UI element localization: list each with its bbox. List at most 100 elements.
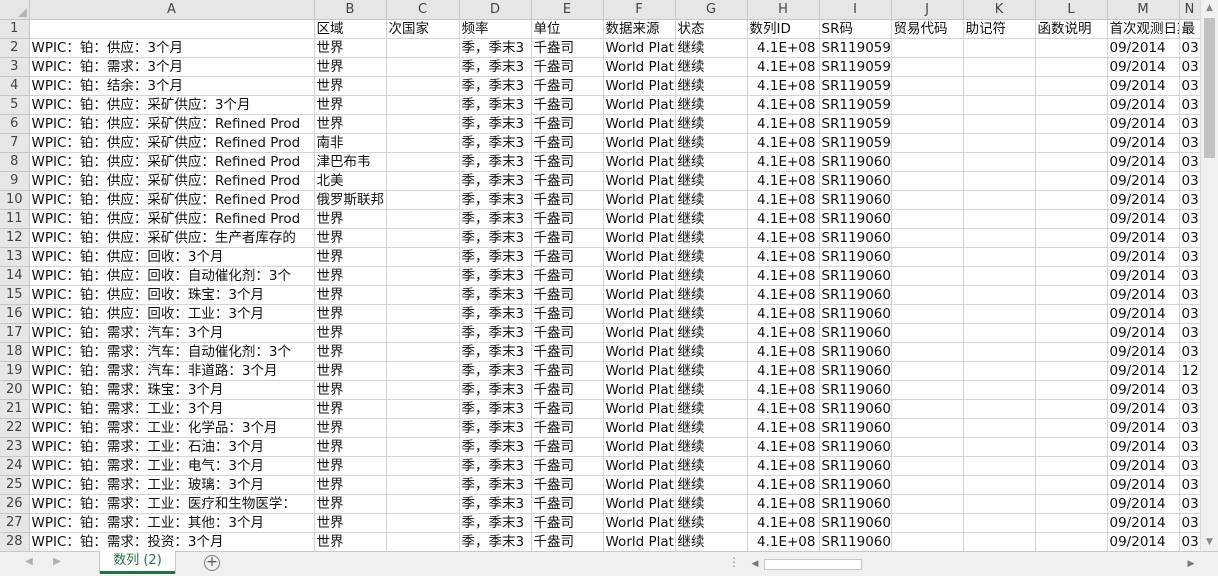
cell-l25[interactable] [1035,475,1108,495]
cell-d21[interactable]: 季，季末3 [459,399,532,419]
cell-j6[interactable] [891,114,964,134]
cell-d1[interactable]: 频率 [459,19,532,39]
cell-a5[interactable]: WPIC：铂：供应：采矿供应：3个月 [29,95,315,115]
cell-i8[interactable]: SR119060007 [819,152,892,172]
cell-m28[interactable]: 09/2014 [1107,532,1180,551]
cell-d7[interactable]: 季，季末3 [459,133,532,153]
cell-b17[interactable]: 世界 [314,323,387,343]
cell-a8[interactable]: WPIC：铂：供应：采矿供应：Refined Prod [29,152,315,172]
cell-m25[interactable]: 09/2014 [1107,475,1180,495]
cell-k8[interactable] [963,152,1036,172]
cell-l5[interactable] [1035,95,1108,115]
cell-m26[interactable]: 09/2014 [1107,494,1180,514]
cell-b24[interactable]: 世界 [314,456,387,476]
cell-g13[interactable]: 继续 [675,247,748,267]
row-header[interactable]: 2 [0,38,30,58]
cell-j17[interactable] [891,323,964,343]
cell-j5[interactable] [891,95,964,115]
cell-n2[interactable]: 03 [1179,38,1200,58]
cell-a6[interactable]: WPIC：铂：供应：采矿供应：Refined Prod [29,114,315,134]
column-header-h[interactable]: H [747,0,820,20]
cell-d27[interactable]: 季，季末3 [459,513,532,533]
cell-n8[interactable]: 03 [1179,152,1200,172]
cell-g28[interactable]: 继续 [675,532,748,551]
cell-a19[interactable]: WPIC：铂：需求：汽车：非道路：3个月 [29,361,315,381]
cell-n23[interactable]: 03 [1179,437,1200,457]
cell-h7[interactable]: 4.1E+08 [747,133,820,153]
cell-k2[interactable] [963,38,1036,58]
cell-f19[interactable]: World Plat [603,361,676,381]
cell-e11[interactable]: 千盎司 [531,209,604,229]
cell-d14[interactable]: 季，季末3 [459,266,532,286]
cell-b22[interactable]: 世界 [314,418,387,438]
cell-n26[interactable]: 03 [1179,494,1200,514]
cell-j14[interactable] [891,266,964,286]
cell-e27[interactable]: 千盎司 [531,513,604,533]
cell-c18[interactable] [386,342,460,362]
cell-a15[interactable]: WPIC：铂：供应：回收：珠宝：3个月 [29,285,315,305]
row-header[interactable]: 25 [0,475,30,495]
column-header-m[interactable]: M [1107,0,1180,20]
cell-g3[interactable]: 继续 [675,57,748,77]
cell-l28[interactable] [1035,532,1108,551]
cell-m11[interactable]: 09/2014 [1107,209,1180,229]
column-header-k[interactable]: K [963,0,1036,20]
cell-m16[interactable]: 09/2014 [1107,304,1180,324]
cell-j9[interactable] [891,171,964,191]
cell-l18[interactable] [1035,342,1108,362]
cell-c26[interactable] [386,494,460,514]
column-header-g[interactable]: G [675,0,748,20]
cell-b1[interactable]: 区域 [314,19,387,39]
cell-n1[interactable]: 最 [1179,19,1200,39]
cell-f23[interactable]: World Plat [603,437,676,457]
cell-l26[interactable] [1035,494,1108,514]
cell-j16[interactable] [891,304,964,324]
cell-l6[interactable] [1035,114,1108,134]
vertical-scrollbar[interactable]: ▲ ▼ [1200,0,1218,551]
cell-a9[interactable]: WPIC：铂：供应：采矿供应：Refined Prod [29,171,315,191]
cell-h3[interactable]: 4.1E+08 [747,57,820,77]
cell-a28[interactable]: WPIC：铂：需求：投资：3个月 [29,532,315,551]
cell-i6[interactable]: SR119059987 [819,114,892,134]
cell-m17[interactable]: 09/2014 [1107,323,1180,343]
cell-m23[interactable]: 09/2014 [1107,437,1180,457]
cell-j23[interactable] [891,437,964,457]
cell-k28[interactable] [963,532,1036,551]
cell-m27[interactable]: 09/2014 [1107,513,1180,533]
cell-g22[interactable]: 继续 [675,418,748,438]
cell-g19[interactable]: 继续 [675,361,748,381]
cell-a14[interactable]: WPIC：铂：供应：回收：自动催化剂：3个 [29,266,315,286]
cell-i27[interactable]: SR119060197 [819,513,892,533]
cell-h11[interactable]: 4.1E+08 [747,209,820,229]
cell-h27[interactable]: 4.1E+08 [747,513,820,533]
cell-g25[interactable]: 继续 [675,475,748,495]
cell-i10[interactable]: SR119060027 [819,190,892,210]
cell-i26[interactable]: SR119060187 [819,494,892,514]
cell-l20[interactable] [1035,380,1108,400]
cell-k22[interactable] [963,418,1036,438]
cell-g17[interactable]: 继续 [675,323,748,343]
cell-b9[interactable]: 北美 [314,171,387,191]
cell-i15[interactable]: SR119060077 [819,285,892,305]
row-header[interactable]: 17 [0,323,30,343]
cell-j12[interactable] [891,228,964,248]
cell-i5[interactable]: SR119059977 [819,95,892,115]
column-header-a[interactable]: A [29,0,315,20]
cell-b2[interactable]: 世界 [314,38,387,58]
cell-a26[interactable]: WPIC：铂：需求：工业：医疗和生物医学： [29,494,315,514]
cell-f2[interactable]: World Plat [603,38,676,58]
column-header-c[interactable]: C [386,0,460,20]
cell-a7[interactable]: WPIC：铂：供应：采矿供应：Refined Prod [29,133,315,153]
row-header[interactable]: 12 [0,228,30,248]
cell-a27[interactable]: WPIC：铂：需求：工业：其他：3个月 [29,513,315,533]
cell-m12[interactable]: 09/2014 [1107,228,1180,248]
cell-f3[interactable]: World Plat [603,57,676,77]
cell-c7[interactable] [386,133,460,153]
cell-j26[interactable] [891,494,964,514]
cell-i1[interactable]: SR码 [819,19,892,39]
cell-j24[interactable] [891,456,964,476]
cell-n15[interactable]: 03 [1179,285,1200,305]
cell-k12[interactable] [963,228,1036,248]
cell-h5[interactable]: 4.1E+08 [747,95,820,115]
cell-b20[interactable]: 世界 [314,380,387,400]
